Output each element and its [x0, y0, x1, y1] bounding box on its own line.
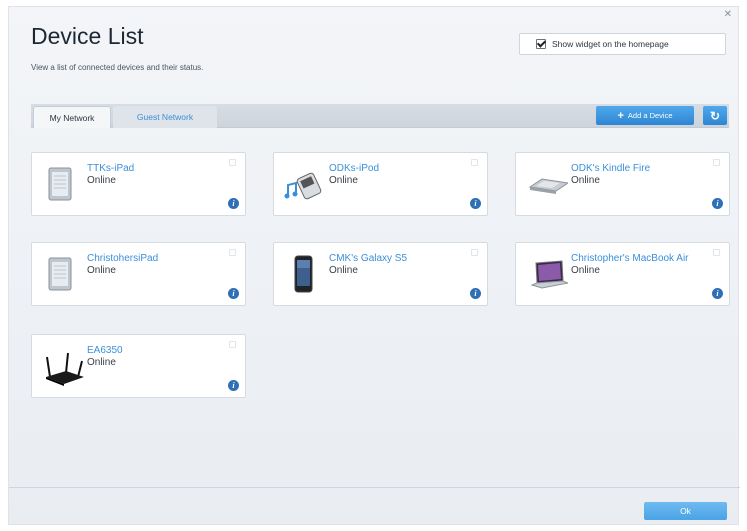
device-status: Online	[87, 265, 116, 276]
device-card[interactable]: Christopher's MacBook Air Online i	[515, 242, 730, 306]
device-name: CMK's Galaxy S5	[329, 253, 408, 264]
page-subtitle: View a list of connected devices and the…	[31, 63, 204, 72]
device-status: Online	[329, 175, 358, 186]
device-status: Online	[87, 357, 116, 368]
tab-guest-network[interactable]: Guest Network	[113, 106, 217, 128]
ok-button[interactable]: Ok	[644, 502, 727, 520]
show-widget-toggle[interactable]: Show widget on the homepage	[519, 33, 726, 55]
device-select-checkbox[interactable]	[471, 159, 478, 166]
kindle-icon	[528, 178, 568, 194]
device-select-checkbox[interactable]	[229, 249, 236, 256]
refresh-icon: ↻	[709, 108, 721, 123]
add-device-button[interactable]: + Add a Device	[596, 106, 694, 125]
device-card[interactable]: TTKs-iPad Online i	[31, 152, 246, 216]
laptop-icon	[530, 260, 568, 289]
device-name: EA6350	[87, 345, 123, 356]
tablet-icon	[48, 167, 72, 201]
close-icon[interactable]: ✕	[724, 9, 732, 20]
device-card[interactable]: EA6350 Online i	[31, 334, 246, 398]
router-icon	[46, 352, 84, 386]
device-status: Online	[329, 265, 358, 276]
device-select-checkbox[interactable]	[229, 159, 236, 166]
device-select-checkbox[interactable]	[713, 249, 720, 256]
device-status: Online	[571, 265, 600, 276]
footer-divider	[9, 487, 740, 488]
device-card[interactable]: ODKs-iPod Online i	[273, 152, 488, 216]
plus-icon: +	[617, 109, 624, 122]
refresh-button[interactable]: ↻	[703, 106, 727, 125]
device-select-checkbox[interactable]	[713, 159, 720, 166]
music-player-icon	[284, 172, 322, 200]
network-tabbar: My Network Guest Network + Add a Device …	[31, 104, 729, 128]
device-status: Online	[571, 175, 600, 186]
device-select-checkbox[interactable]	[229, 341, 236, 348]
info-icon[interactable]: i	[228, 380, 239, 391]
device-select-checkbox[interactable]	[471, 249, 478, 256]
info-icon[interactable]: i	[470, 288, 481, 299]
info-icon[interactable]: i	[228, 198, 239, 209]
info-icon[interactable]: i	[712, 288, 723, 299]
device-name: Christopher's MacBook Air	[571, 253, 689, 264]
device-card[interactable]: ChristohersiPad Online i	[31, 242, 246, 306]
show-widget-checkbox[interactable]	[536, 39, 546, 49]
device-name: TTKs-iPad	[87, 163, 135, 174]
page-title: Device List	[31, 23, 144, 49]
device-name: ODK's Kindle Fire	[571, 163, 651, 174]
tablet-icon	[48, 257, 72, 291]
device-name: ODKs-iPod	[329, 163, 380, 174]
add-device-label: Add a Device	[627, 111, 673, 120]
show-widget-label: Show widget on the homepage	[552, 39, 669, 49]
device-status: Online	[87, 175, 116, 186]
phone-icon	[294, 255, 313, 293]
info-icon[interactable]: i	[228, 288, 239, 299]
device-card[interactable]: CMK's Galaxy S5 Online i	[273, 242, 488, 306]
info-icon[interactable]: i	[470, 198, 481, 209]
device-card[interactable]: ODK's Kindle Fire Online i	[515, 152, 730, 216]
tab-my-network[interactable]: My Network	[33, 106, 111, 128]
info-icon[interactable]: i	[712, 198, 723, 209]
device-name: ChristohersiPad	[87, 253, 159, 264]
device-list-panel: ✕ Device List View a list of connected d…	[8, 6, 740, 525]
